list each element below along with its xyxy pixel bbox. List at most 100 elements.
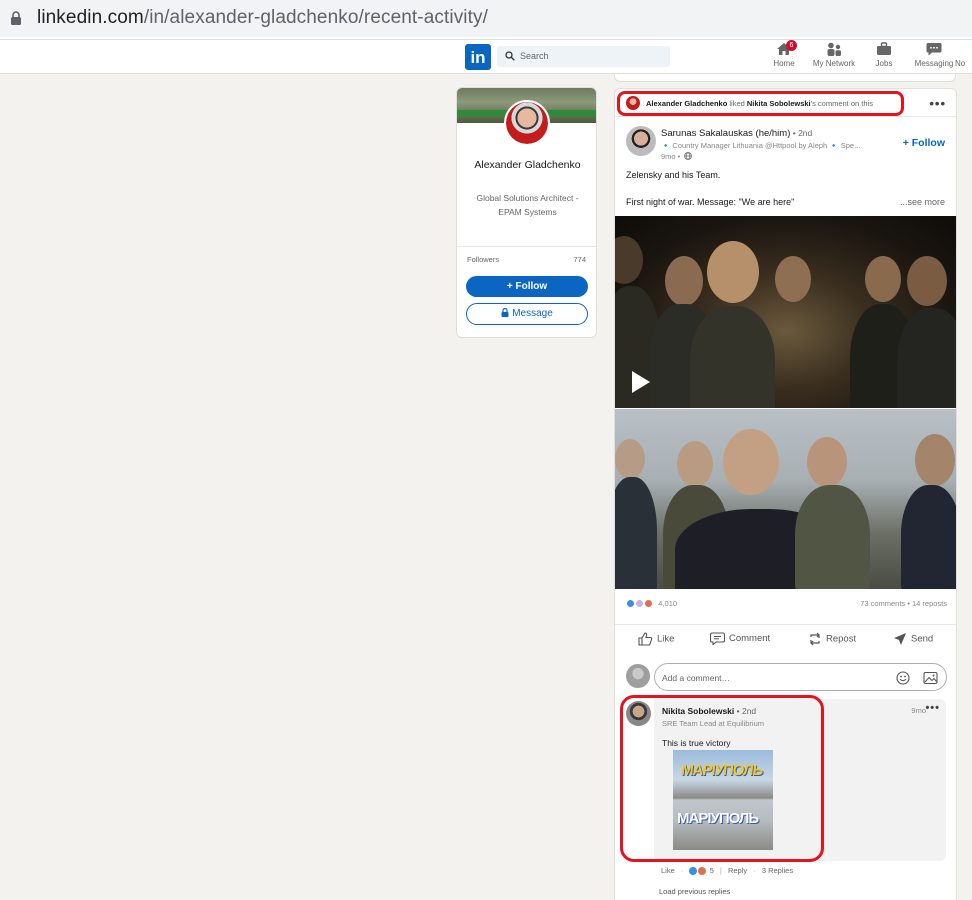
thumbs-up-icon (638, 632, 653, 646)
profile-avatar[interactable] (504, 100, 550, 146)
post-actions-bar: Like Comment Repost Send (615, 624, 956, 650)
search-input[interactable]: Search (497, 46, 670, 67)
followers-label: Followers (467, 255, 500, 264)
post-image[interactable] (615, 409, 956, 589)
support-reaction-icon (635, 598, 645, 608)
current-user-avatar (626, 664, 650, 688)
nav-my-network[interactable]: My Network (809, 42, 859, 68)
post-author-avatar[interactable] (626, 126, 656, 156)
like-label: Like (657, 633, 675, 645)
actor-avatar[interactable] (626, 96, 640, 110)
post-text-line-1: Zelensky and his Team. (626, 170, 721, 180)
emoji-icon[interactable] (896, 671, 910, 685)
post-text-line-2: First night of war. Message: "We are her… (626, 197, 795, 207)
comment-time: 9mo (911, 706, 926, 715)
nav-my-network-label: My Network (812, 59, 856, 68)
search-placeholder: Search (520, 51, 549, 61)
commenter[interactable]: Nikita Sobolewski (662, 706, 734, 716)
sign-text-top: МАРІУПОЛЬ (680, 762, 764, 779)
commenter-name[interactable]: Nikita Sobolewski • 2nd (662, 706, 756, 716)
globe-icon (684, 152, 693, 160)
comment-like-button[interactable]: Like (661, 866, 675, 875)
comment-button[interactable]: Comment (709, 632, 771, 646)
nav-home-label: Home (773, 59, 795, 68)
commenter-avatar[interactable] (626, 701, 651, 726)
comment-replies-count[interactable]: 3 Replies (762, 866, 793, 875)
repost-button[interactable]: Repost (808, 632, 856, 646)
reactions-count: 4,010 (658, 598, 678, 608)
post-author-name[interactable]: Sarunas Sakalauskas (he/him) • 2nd (661, 128, 812, 139)
post-stats: 4,010 73 comments • 14 reposts (626, 598, 947, 610)
post-time: 9mo • (661, 152, 693, 161)
repost-icon (810, 632, 820, 646)
comment-reaction-icons[interactable] (689, 867, 698, 876)
chat-icon (926, 43, 942, 56)
comment-more-icon[interactable]: ••• (925, 702, 940, 714)
comment-actions: Like · 5 | Reply · 3 Replies (661, 866, 794, 876)
comment-icon (709, 632, 726, 646)
comments-reposts-count[interactable]: 73 comments • 14 reposts (860, 599, 947, 608)
post-video-thumbnail[interactable] (615, 216, 956, 408)
linkedin-logo[interactable]: in (465, 44, 491, 70)
post-follow-button[interactable]: + Follow (903, 137, 945, 149)
bell-icon (955, 42, 971, 56)
nav-messaging-label: Messaging (914, 59, 954, 68)
activity-suffix: 's comment on this (810, 99, 873, 108)
profile-name[interactable]: Alexander Gladchenko (457, 158, 596, 173)
activity-header: Alexander Gladchenko liked Nikita Sobole… (615, 89, 956, 117)
load-previous-replies[interactable]: Load previous replies (659, 887, 730, 896)
send-button[interactable]: Send (893, 632, 933, 646)
reactions-summary[interactable]: 4,010 (626, 598, 677, 608)
briefcase-icon (877, 42, 891, 55)
comment-bubble: Nikita Sobolewski • 2nd SRE Team Lead at… (654, 699, 946, 861)
browser-address-bar: linkedin.com/in/alexander-gladchenko/rec… (0, 0, 972, 40)
search-icon (505, 51, 515, 61)
send-icon (894, 633, 906, 645)
activity-verb: liked (727, 99, 747, 108)
follow-button[interactable]: + Follow (466, 276, 588, 297)
address-field[interactable]: linkedin.com/in/alexander-gladchenko/rec… (0, 0, 972, 37)
lock-icon (501, 307, 509, 317)
commenter-headline: SRE Team Lead at Equilibrium (662, 719, 764, 728)
nav-jobs[interactable]: Jobs (859, 42, 909, 68)
comment-reaction-count: 5 (709, 866, 714, 875)
message-button[interactable]: Message (466, 303, 588, 325)
add-comment-input[interactable]: Add a comment… (654, 663, 947, 691)
activity-actor[interactable]: Alexander Gladchenko (646, 99, 727, 108)
post-time-text: 9mo • (661, 152, 681, 161)
post-author[interactable]: Sarunas Sakalauskas (he/him) (661, 128, 790, 139)
url-text: linkedin.com/in/alexander-gladchenko/rec… (37, 7, 488, 29)
network-icon (827, 42, 841, 56)
like-reaction-icon (626, 598, 635, 608)
profile-headline: Global Solutions Architect - EPAM System… (476, 193, 579, 217)
feed-post-card: Alexander Gladchenko liked Nikita Sobole… (614, 88, 957, 900)
notification-badge: 6 (786, 40, 797, 51)
nav-home[interactable]: 6 Home (759, 40, 809, 68)
comment-image[interactable]: МАРІУПОЛЬ МАРІУПОЛЬ (673, 750, 773, 850)
previous-post-card (614, 74, 956, 82)
comment-label: Comment (729, 633, 771, 645)
comment-reply-button[interactable]: Reply (728, 866, 747, 875)
post-author-headline: 🔹 Country Manager Lithuania @Httpool by … (661, 141, 861, 150)
image-upload-icon[interactable] (923, 671, 938, 685)
play-icon[interactable] (632, 371, 650, 393)
love-reaction-icon (644, 598, 654, 608)
nav-notifications[interactable]: No (955, 42, 972, 68)
message-button-label: Message (512, 308, 553, 319)
comment-placeholder: Add a comment… (662, 673, 731, 683)
activity-target[interactable]: Nikita Sobolewski (747, 99, 811, 108)
commenter-degree: • 2nd (734, 706, 757, 716)
nav-notifications-label: No (955, 59, 966, 68)
nav-messaging[interactable]: Messaging (909, 42, 959, 68)
followers-count: 774 (573, 255, 586, 264)
more-options-icon[interactable]: ••• (929, 96, 946, 111)
sign-text-bottom: МАРІУПОЛЬ (677, 810, 759, 827)
like-button[interactable]: Like (638, 632, 674, 646)
lock-icon (11, 11, 21, 25)
url-domain: linkedin.com (37, 7, 144, 28)
repost-label: Repost (826, 633, 857, 645)
connection-degree: • 2nd (790, 128, 813, 138)
see-more-link[interactable]: ...see more (900, 197, 945, 207)
love-reaction-icon (697, 867, 706, 876)
comment-text: This is true victory (662, 738, 731, 748)
